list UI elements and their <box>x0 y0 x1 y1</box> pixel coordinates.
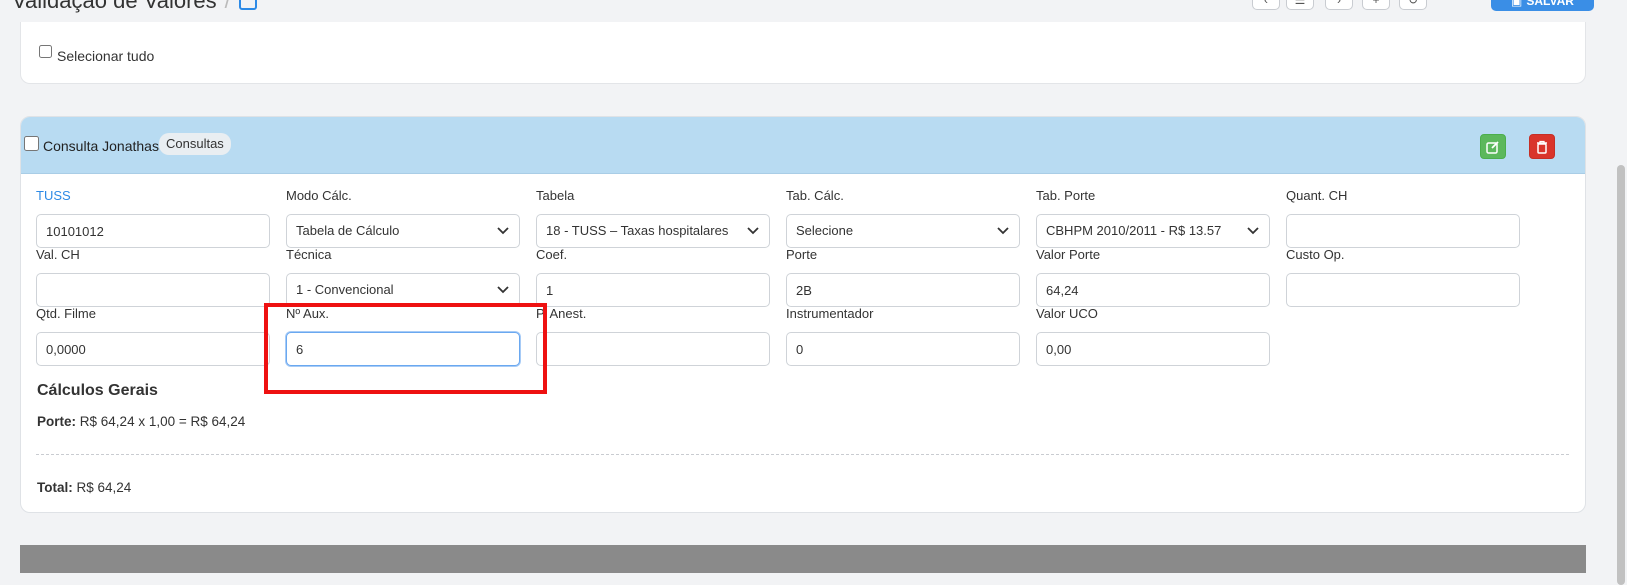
qtd-filme-label: Qtd. Filme <box>36 306 96 321</box>
calculos-title: Cálculos Gerais <box>37 382 158 399</box>
procedure-name: Consulta Jonathas <box>43 138 159 154</box>
instrumentador-input[interactable] <box>786 332 1020 366</box>
coef-input[interactable] <box>536 273 770 307</box>
tabela-select[interactable]: 18 - TUSS – Taxas hospitalares <box>536 214 770 248</box>
chevron-right-icon: › <box>1337 0 1341 7</box>
tabela-label: Tabela <box>536 188 575 203</box>
bookmark-icon[interactable] <box>238 0 257 10</box>
custo-op-label: Custo Op. <box>1286 247 1345 262</box>
select-all-card: Selecionar tudo <box>20 22 1586 84</box>
tab-porte-select[interactable]: CBHPM 2010/2011 - R$ 13.57 <box>1036 214 1270 248</box>
add-button[interactable]: + <box>1362 0 1390 10</box>
save-icon: ▣ <box>1511 0 1523 8</box>
quant-ch-label: Quant. CH <box>1286 188 1348 203</box>
select-all-checkbox[interactable] <box>39 45 52 58</box>
scrollbar-thumb[interactable] <box>1617 165 1625 585</box>
porte-calculation: Porte: R$ 64,24 x 1,00 = R$ 64,24 <box>37 414 246 429</box>
tecnica-label: Técnica <box>286 247 332 262</box>
porte-label: Porte <box>786 247 818 262</box>
custo-op-input[interactable] <box>1286 273 1520 307</box>
refresh-button[interactable]: ↻ <box>1399 0 1427 10</box>
tecnica-select[interactable]: 1 - Convencional <box>286 273 520 307</box>
select-all-label: Selecionar tudo <box>57 48 155 64</box>
qtd-filme-input[interactable] <box>36 332 270 366</box>
tuss-label: TUSS <box>36 188 71 203</box>
trash-icon <box>1537 140 1547 154</box>
porte-input[interactable] <box>786 273 1020 307</box>
valor-uco-label: Valor UCO <box>1036 306 1098 321</box>
next-button[interactable]: › <box>1325 0 1353 10</box>
valor-porte-label: Valor Porte <box>1036 247 1101 262</box>
delete-button[interactable] <box>1529 134 1555 159</box>
val-ch-label: Val. CH <box>36 247 80 262</box>
chevron-down-icon <box>497 227 509 235</box>
p-anest-input[interactable] <box>536 332 770 366</box>
page-title: Validação de Valores / <box>12 0 257 14</box>
chevron-down-icon <box>997 227 1009 235</box>
list-icon: ☰ <box>1294 0 1306 7</box>
tab-calc-label: Tab. Cálc. <box>786 188 844 203</box>
chevron-left-icon: ‹ <box>1264 0 1268 7</box>
edit-icon <box>1486 140 1499 154</box>
chevron-down-icon <box>497 286 509 294</box>
val-ch-input[interactable] <box>36 273 270 307</box>
p-anest-label: P. Anest. <box>536 306 587 321</box>
tab-calc-select[interactable]: Selecione <box>786 214 1020 248</box>
n-aux-label: Nº Aux. <box>286 306 330 321</box>
plus-icon: + <box>1372 0 1380 7</box>
chevron-down-icon <box>747 227 759 235</box>
next-card-preview <box>20 545 1586 573</box>
list-button[interactable]: ☰ <box>1286 0 1314 10</box>
procedure-card-header: Consulta Jonathas Consultas <box>21 117 1585 174</box>
chevron-down-icon <box>1247 227 1259 235</box>
divider <box>36 454 1569 455</box>
valor-uco-input[interactable] <box>1036 332 1270 366</box>
procedure-checkbox[interactable] <box>24 136 39 151</box>
scrollbar[interactable] <box>1615 25 1627 585</box>
breadcrumb-separator: / <box>224 0 231 13</box>
tuss-input[interactable] <box>36 214 270 248</box>
save-button[interactable]: ▣ SALVAR <box>1491 0 1594 11</box>
edit-button[interactable] <box>1480 134 1506 159</box>
total-calculation: Total: R$ 64,24 <box>37 480 132 495</box>
refresh-icon: ↻ <box>1407 0 1419 7</box>
modo-calc-select[interactable]: Tabela de Cálculo <box>286 214 520 248</box>
instrumentador-label: Instrumentador <box>786 306 874 321</box>
quant-ch-input[interactable] <box>1286 214 1520 248</box>
coef-label: Coef. <box>536 247 568 262</box>
n-aux-input[interactable] <box>286 332 520 366</box>
prev-button[interactable]: ‹ <box>1252 0 1280 10</box>
procedure-category-badge: Consultas <box>159 133 231 155</box>
tab-porte-label: Tab. Porte <box>1036 188 1096 203</box>
modo-calc-label: Modo Cálc. <box>286 188 352 203</box>
valor-porte-input[interactable] <box>1036 273 1270 307</box>
